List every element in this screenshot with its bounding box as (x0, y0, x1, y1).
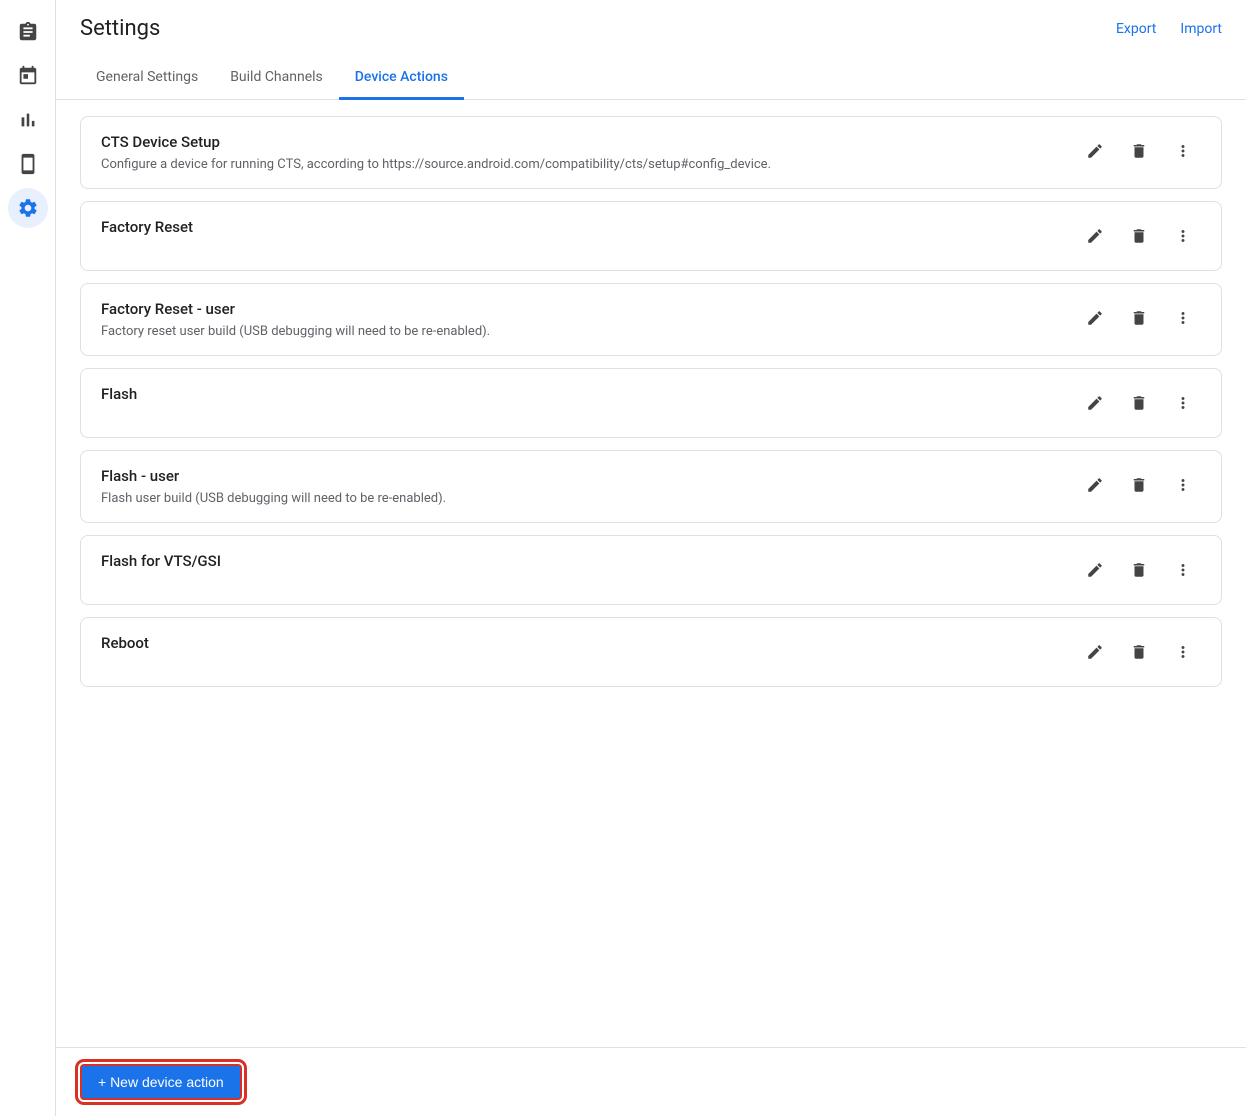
import-link[interactable]: Import (1180, 21, 1222, 37)
page-header: Settings Export Import (56, 0, 1246, 41)
edit-button[interactable] (1077, 552, 1113, 588)
action-card-factory-reset: Factory Reset (80, 201, 1222, 271)
export-link[interactable]: Export (1116, 21, 1156, 37)
action-buttons (1077, 133, 1201, 169)
action-buttons (1077, 467, 1201, 503)
tabs-bar: General Settings Build Channels Device A… (56, 57, 1246, 100)
action-title: CTS Device Setup (101, 133, 1061, 151)
delete-button[interactable] (1121, 133, 1157, 169)
sidebar-item-calendar[interactable] (8, 56, 48, 96)
action-card-content: Factory Reset (101, 218, 1061, 242)
edit-button[interactable] (1077, 385, 1113, 421)
delete-button[interactable] (1121, 300, 1157, 336)
action-buttons (1077, 385, 1201, 421)
action-card-cts-device-setup: CTS Device Setup Configure a device for … (80, 116, 1222, 189)
action-title: Flash for VTS/GSI (101, 552, 1061, 570)
sidebar-item-settings[interactable] (8, 188, 48, 228)
action-card-flash: Flash (80, 368, 1222, 438)
action-card-content: Flash for VTS/GSI (101, 552, 1061, 576)
action-card-content: Reboot (101, 634, 1061, 658)
more-button[interactable] (1165, 634, 1201, 670)
more-button[interactable] (1165, 133, 1201, 169)
delete-button[interactable] (1121, 634, 1157, 670)
action-card-flash-vts-gsi: Flash for VTS/GSI (80, 535, 1222, 605)
more-button[interactable] (1165, 385, 1201, 421)
tab-general-settings[interactable]: General Settings (80, 57, 214, 100)
action-card-factory-reset-user: Factory Reset - user Factory reset user … (80, 283, 1222, 356)
action-card-content: Flash - user Flash user build (USB debug… (101, 467, 1061, 506)
action-card-content: CTS Device Setup Configure a device for … (101, 133, 1061, 172)
delete-button[interactable] (1121, 218, 1157, 254)
action-buttons (1077, 300, 1201, 336)
sidebar-item-device[interactable] (8, 144, 48, 184)
delete-button[interactable] (1121, 385, 1157, 421)
edit-button[interactable] (1077, 467, 1113, 503)
action-buttons (1077, 634, 1201, 670)
action-description: Factory reset user build (USB debugging … (101, 324, 1061, 339)
action-description: Flash user build (USB debugging will nee… (101, 491, 1061, 506)
more-button[interactable] (1165, 300, 1201, 336)
delete-button[interactable] (1121, 552, 1157, 588)
action-title: Reboot (101, 634, 1061, 652)
sidebar-item-chart[interactable] (8, 100, 48, 140)
more-button[interactable] (1165, 467, 1201, 503)
action-title: Flash - user (101, 467, 1061, 485)
action-title: Flash (101, 385, 1061, 403)
main-content: Settings Export Import General Settings … (56, 0, 1246, 1116)
edit-button[interactable] (1077, 218, 1113, 254)
action-buttons (1077, 552, 1201, 588)
header-actions: Export Import (1116, 21, 1222, 37)
action-title: Factory Reset (101, 218, 1061, 236)
action-title: Factory Reset - user (101, 300, 1061, 318)
content-area: CTS Device Setup Configure a device for … (56, 100, 1246, 1047)
sidebar (0, 0, 56, 1116)
action-card-flash-user: Flash - user Flash user build (USB debug… (80, 450, 1222, 523)
sidebar-item-clipboard[interactable] (8, 12, 48, 52)
action-card-content: Factory Reset - user Factory reset user … (101, 300, 1061, 339)
action-buttons (1077, 218, 1201, 254)
page-footer: + New device action (56, 1047, 1246, 1116)
action-card-reboot: Reboot (80, 617, 1222, 687)
edit-button[interactable] (1077, 300, 1113, 336)
action-card-content: Flash (101, 385, 1061, 409)
edit-button[interactable] (1077, 133, 1113, 169)
tab-build-channels[interactable]: Build Channels (214, 57, 339, 100)
page-title: Settings (80, 16, 160, 41)
tab-device-actions[interactable]: Device Actions (339, 57, 464, 100)
delete-button[interactable] (1121, 467, 1157, 503)
new-device-action-button[interactable]: + New device action (80, 1064, 242, 1100)
action-description: Configure a device for running CTS, acco… (101, 157, 1061, 172)
more-button[interactable] (1165, 552, 1201, 588)
more-button[interactable] (1165, 218, 1201, 254)
edit-button[interactable] (1077, 634, 1113, 670)
